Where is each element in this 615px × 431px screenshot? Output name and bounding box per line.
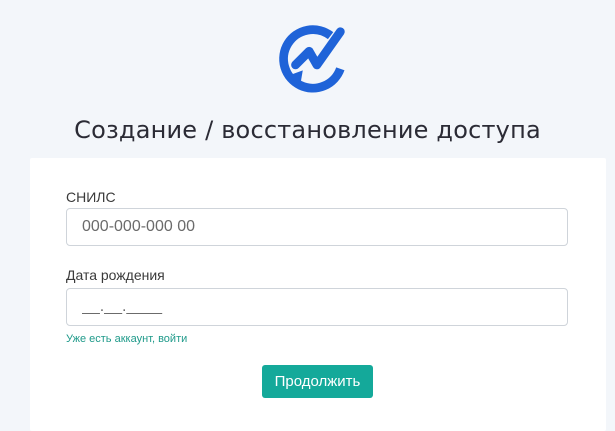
page-title: Создание / восстановление доступа <box>74 116 541 144</box>
login-link[interactable]: Уже есть аккаунт, войти <box>66 333 187 345</box>
check-refresh-logo-icon <box>279 25 345 93</box>
continue-button[interactable]: Продолжить <box>262 365 373 398</box>
birth-date-label: Дата рождения <box>66 267 165 283</box>
access-form-card: СНИЛС Дата рождения Уже есть аккаунт, во… <box>30 158 606 431</box>
snils-input[interactable] <box>66 208 568 246</box>
birth-date-input[interactable] <box>66 288 568 326</box>
snils-label: СНИЛС <box>66 189 116 205</box>
